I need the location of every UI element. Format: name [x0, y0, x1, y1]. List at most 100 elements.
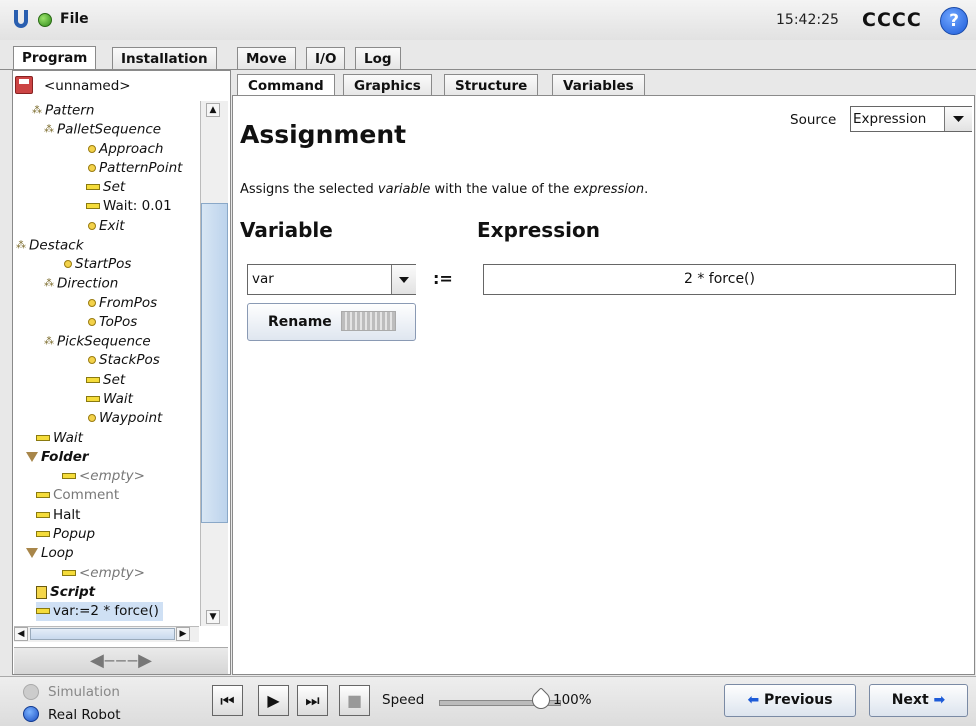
source-value: Expression: [853, 111, 927, 127]
clock: 15:42:25: [776, 12, 839, 28]
command-icon: [36, 435, 50, 441]
keyboard-icon: [341, 311, 396, 331]
tree-node[interactable]: Halt: [36, 506, 80, 525]
tree-node[interactable]: StackPos: [88, 351, 160, 370]
tab-program[interactable]: Program: [13, 46, 97, 70]
robot-name: CCCC: [862, 9, 922, 31]
tree-node[interactable]: Script: [36, 583, 95, 602]
tree-node[interactable]: Popup: [36, 525, 95, 544]
program-name: <unnamed>: [44, 78, 131, 94]
source-label: Source: [790, 112, 837, 128]
tree-node[interactable]: Wait: [36, 429, 83, 448]
waypoint-icon: [88, 222, 96, 230]
variable-heading: Variable: [240, 218, 333, 242]
tree-scroll-thumb[interactable]: [201, 203, 228, 523]
tab-graphics[interactable]: Graphics: [343, 74, 432, 96]
tree-node[interactable]: Wait: 0.01: [86, 197, 172, 216]
tree-node[interactable]: Folder: [26, 448, 89, 467]
tab-move[interactable]: Move: [237, 47, 296, 69]
robot-status-icon: [38, 13, 52, 27]
command-icon: [86, 184, 100, 190]
folder-icon: [26, 548, 38, 558]
page-title: Assignment: [240, 120, 407, 149]
simulation-label: Simulation: [48, 684, 120, 700]
command-icon: [62, 570, 76, 576]
simulation-radio[interactable]: [23, 684, 39, 700]
command-icon: [36, 512, 50, 518]
tree-node[interactable]: FromPos: [88, 294, 157, 313]
waypoint-icon: [88, 318, 96, 326]
program-tree[interactable]: ⁂ Pattern ⁂ PalletSequence Approach Patter…: [14, 101, 194, 626]
tree-node[interactable]: Approach: [88, 140, 163, 159]
tree-node[interactable]: StartPos: [64, 255, 131, 274]
scroll-left-arrow-icon[interactable]: ◀: [14, 627, 28, 641]
speed-value: 100%: [553, 692, 592, 708]
tab-log[interactable]: Log: [355, 47, 401, 69]
skip-to-start-icon[interactable]: ⏮: [212, 685, 243, 716]
tab-io[interactable]: I/O: [306, 47, 346, 69]
arrow-right-icon: ➡: [933, 692, 946, 708]
expression-field[interactable]: 2 * force(): [483, 264, 956, 295]
script-icon: [36, 585, 47, 599]
variable-value: var: [252, 271, 274, 287]
panel-resize-arrows-icon[interactable]: ◀‒‒‒▶: [14, 647, 228, 674]
stop-icon[interactable]: ■: [339, 685, 370, 716]
pattern-icon: ⁂: [44, 278, 54, 289]
expression-heading: Expression: [477, 218, 600, 242]
tab-variables[interactable]: Variables: [552, 74, 645, 96]
ur-logo-icon: [14, 10, 28, 28]
play-icon[interactable]: ▶: [258, 685, 289, 716]
real-robot-radio[interactable]: [23, 706, 39, 722]
next-button[interactable]: Next ➡: [869, 684, 968, 717]
tree-node[interactable]: Set: [86, 178, 125, 197]
tree-node[interactable]: ⁂ PickSequence: [44, 332, 151, 351]
pattern-icon: ⁂: [44, 336, 54, 347]
scroll-right-arrow-icon[interactable]: ▶: [176, 627, 190, 641]
tree-node[interactable]: ToPos: [88, 313, 137, 332]
pattern-icon: ⁂: [44, 124, 54, 135]
tree-node[interactable]: ⁂ Destack: [16, 236, 84, 255]
real-robot-label: Real Robot: [48, 707, 121, 723]
arrow-left-icon: ⬅: [747, 692, 760, 708]
tab-command[interactable]: Command: [237, 74, 335, 97]
tree-hscroll-thumb[interactable]: [30, 628, 175, 640]
step-icon[interactable]: ⏭: [297, 685, 328, 716]
waypoint-icon: [64, 260, 72, 268]
file-menu[interactable]: File: [60, 11, 89, 27]
tree-node[interactable]: ⁂ PalletSequence: [44, 120, 161, 139]
tree-node[interactable]: Wait: [86, 390, 133, 409]
command-icon: [36, 492, 50, 498]
tree-node[interactable]: <empty>: [62, 467, 145, 486]
command-icon: [36, 531, 50, 537]
previous-button[interactable]: ⬅ Previous: [724, 684, 856, 717]
waypoint-icon: [88, 299, 96, 307]
tree-node[interactable]: PatternPoint: [88, 159, 182, 178]
tree-node[interactable]: Comment: [36, 486, 119, 505]
waypoint-icon: [88, 145, 96, 153]
tree-node[interactable]: Waypoint: [88, 409, 162, 428]
chevron-down-icon[interactable]: [944, 107, 972, 131]
pattern-icon: ⁂: [32, 105, 42, 116]
tree-node[interactable]: ⁂ Pattern: [32, 101, 94, 120]
help-icon[interactable]: ?: [940, 7, 968, 35]
tree-node[interactable]: Loop: [26, 544, 74, 563]
rename-button-label: Rename: [268, 314, 332, 330]
tab-installation[interactable]: Installation: [112, 47, 217, 69]
speed-label: Speed: [382, 692, 425, 708]
pattern-icon: ⁂: [16, 240, 26, 251]
scroll-up-arrow-icon[interactable]: ▲: [206, 103, 220, 117]
tree-node[interactable]: ⁂ Direction: [44, 274, 118, 293]
waypoint-icon: [88, 356, 96, 364]
tree-node[interactable]: Set: [86, 371, 125, 390]
command-icon: [62, 473, 76, 479]
command-icon: [86, 396, 100, 402]
tree-node[interactable]: <empty>: [62, 564, 145, 583]
save-icon[interactable]: [15, 76, 33, 94]
tab-structure[interactable]: Structure: [444, 74, 539, 96]
tree-node[interactable]: Exit: [88, 217, 125, 236]
chevron-down-icon[interactable]: [391, 265, 416, 294]
tree-node-selected[interactable]: var:=2 * force(): [36, 602, 163, 621]
command-icon: [86, 377, 100, 383]
folder-icon: [26, 452, 38, 462]
scroll-down-arrow-icon[interactable]: ▼: [206, 610, 220, 624]
